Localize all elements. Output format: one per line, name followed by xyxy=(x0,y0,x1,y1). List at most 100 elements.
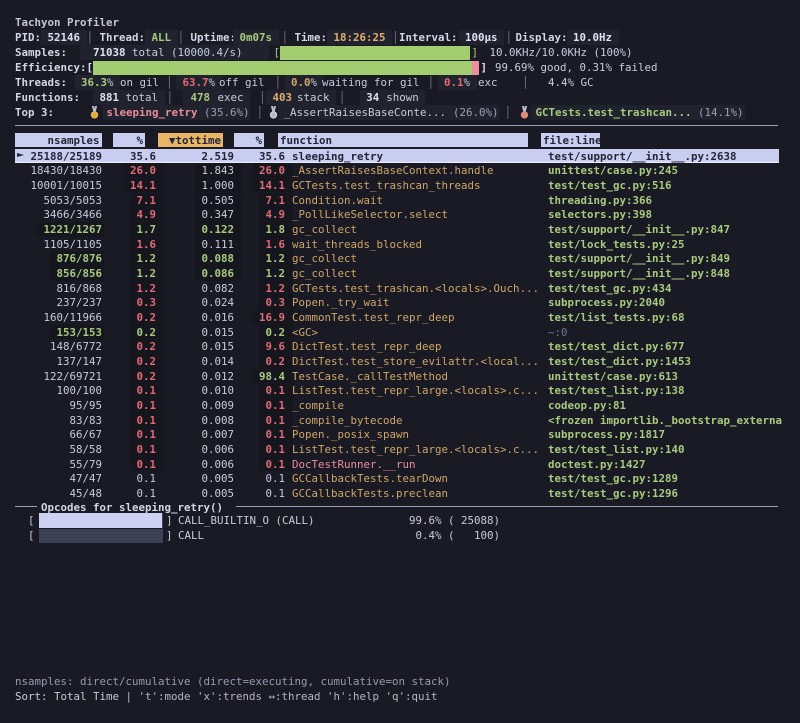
table-row[interactable]: 3466/34664.90.3474.9_PollLikeSelector.se… xyxy=(15,207,779,222)
cell-file-line: test/lock_tests.py:25 xyxy=(548,237,800,252)
column-header-tottime-sorted[interactable]: ▼tottime xyxy=(158,133,223,148)
cell-tottime: 0.111 xyxy=(156,237,234,252)
column-header-pct-cumulative[interactable]: % xyxy=(234,133,265,148)
table-row[interactable]: 25188/2518935.62.51935.6sleeping_retryte… xyxy=(15,149,779,164)
cell-nsamples: 58/58 xyxy=(15,442,102,457)
separator: │ xyxy=(392,30,399,45)
cell-file-line: test/test_gc.py:516 xyxy=(548,178,800,193)
functions-shown-label: shown xyxy=(386,90,419,105)
cell-pct-direct: 0.2 xyxy=(102,354,156,369)
samples-row: Samples: 71038 total (10000.4/s) [ ] 10.… xyxy=(15,45,800,60)
table-row[interactable]: 45/480.10.0050.1GCCallbackTests.preclean… xyxy=(15,486,779,501)
table-row[interactable]: 237/2370.30.0240.3Popen._try_waitsubproc… xyxy=(15,295,779,310)
pid-label: PID: xyxy=(15,30,41,45)
cell-tottime: 0.024 xyxy=(156,295,234,310)
opcode-row: []CALL 0.4% ( 100) xyxy=(15,528,800,543)
table-row[interactable]: 18430/1843026.01.84326.0_AssertRaisesBas… xyxy=(15,163,779,178)
table-row[interactable]: 66/670.10.0070.1Popen._posix_spawnsubpro… xyxy=(15,427,779,442)
cell-tottime: 0.015 xyxy=(156,325,234,340)
efficiency-summary: 99.69% good, 0.31% failed xyxy=(495,60,658,75)
table-row[interactable]: 148/67720.20.0159.6DictTest.test_repr_de… xyxy=(15,339,779,354)
cell-pct-cumulative: 0.1 xyxy=(234,427,285,442)
cell-file-line: test/test_dict.py:677 xyxy=(548,339,800,354)
cell-pct-cumulative: 0.1 xyxy=(234,383,285,398)
cell-tottime: 0.005 xyxy=(156,486,234,501)
table-row[interactable]: 160/119660.20.01616.9CommonTest.test_rep… xyxy=(15,310,779,325)
table-row[interactable]: 10001/1001514.11.00014.1GCTests.test_tra… xyxy=(15,178,779,193)
table-row[interactable]: 137/1470.20.0140.2DictTest.test_store_ev… xyxy=(15,354,779,369)
cell-pct-cumulative: 0.1 xyxy=(234,471,285,486)
cell-pct-cumulative: 35.6 xyxy=(234,149,285,164)
cell-pct-cumulative: 0.1 xyxy=(234,457,285,472)
threads-on-gil-label: on gil xyxy=(120,75,159,90)
column-header-file-line[interactable]: file:line xyxy=(541,133,600,148)
table-row[interactable]: 1105/11051.60.1111.6wait_threads_blocked… xyxy=(15,237,779,252)
cell-file-line: selectors.py:398 xyxy=(548,207,800,222)
threads-label: Threads: xyxy=(15,75,67,90)
cell-function: gc_collect xyxy=(292,222,542,237)
column-header-function[interactable]: function xyxy=(278,133,528,148)
top3-name-3: GCTests.test_trashcan... xyxy=(536,105,692,120)
table-row[interactable]: 55/790.10.0060.1DocTestRunner.__rundocte… xyxy=(15,457,779,472)
cell-file-line: unittest/case.py:245 xyxy=(548,163,800,178)
cell-nsamples: 856/856 xyxy=(15,266,102,281)
opcode-bar xyxy=(39,529,163,543)
percent-sign: % xyxy=(107,75,114,90)
table-header-row: nsamples % ▼tottime % function file:line xyxy=(15,133,800,148)
cell-file-line: test/support/__init__.py:849 xyxy=(548,251,800,266)
threads-waiting: 0.0 xyxy=(291,75,311,90)
table-row[interactable]: 122/697210.20.01298.4TestCase._callTestM… xyxy=(15,369,779,384)
table-row[interactable]: 876/8761.20.0881.2gc_collecttest/support… xyxy=(15,251,779,266)
functions-exec: 478 xyxy=(191,90,211,105)
percent-sign: % xyxy=(464,75,471,90)
cell-nsamples: 10001/10015 xyxy=(15,178,102,193)
cell-tottime: 0.082 xyxy=(156,281,234,296)
cell-tottime: 0.086 xyxy=(156,266,234,281)
table-row[interactable]: 856/8561.20.0861.2gc_collecttest/support… xyxy=(15,266,779,281)
cell-pct-direct: 0.1 xyxy=(102,398,156,413)
cell-pct-direct: 1.2 xyxy=(102,251,156,266)
table-row[interactable]: 95/950.10.0090.1_compilecodeop.py:81 xyxy=(15,398,779,413)
cell-pct-cumulative: 0.1 xyxy=(234,486,285,501)
threads-gc: 4.4 xyxy=(548,75,568,90)
cell-pct-cumulative: 4.9 xyxy=(234,207,285,222)
cell-file-line: unittest/case.py:613 xyxy=(548,369,800,384)
top3-pct-2: (26.0%) xyxy=(453,105,499,120)
cell-nsamples: 83/83 xyxy=(15,413,102,428)
cell-tottime: 0.014 xyxy=(156,354,234,369)
cell-tottime: 0.006 xyxy=(156,442,234,457)
efficiency-label: Efficiency: xyxy=(15,60,87,75)
cell-tottime: 0.088 xyxy=(156,251,234,266)
threads-off-gil: 63.7 xyxy=(183,75,209,90)
cell-tottime: 0.008 xyxy=(156,413,234,428)
cell-file-line: test/support/__init__.py:847 xyxy=(548,222,800,237)
cell-pct-cumulative: 7.1 xyxy=(234,193,285,208)
cell-file-line: threading.py:366 xyxy=(548,193,800,208)
column-header-pct-direct[interactable]: % xyxy=(113,133,146,148)
top3-pct-1: (35.6%) xyxy=(204,105,250,120)
cell-tottime: 2.519 xyxy=(156,149,234,164)
table-row[interactable]: 100/1000.10.0100.1ListTest.test_repr_lar… xyxy=(15,383,779,398)
cell-nsamples: 122/69721 xyxy=(15,369,102,384)
cell-function: wait_threads_blocked xyxy=(292,237,542,252)
column-header-nsamples[interactable]: nsamples xyxy=(15,133,102,148)
cell-nsamples: 1105/1105 xyxy=(15,237,102,252)
cell-pct-cumulative: 0.3 xyxy=(234,295,285,310)
table-row[interactable]: 816/8681.20.0821.2GCTests.test_trashcan.… xyxy=(15,281,779,296)
table-row[interactable]: 83/830.10.0080.1_compile_bytecode<frozen… xyxy=(15,413,779,428)
separator: │ xyxy=(257,105,264,120)
table-row[interactable]: 153/1530.20.0150.2<GC>~:0 xyxy=(15,325,779,340)
table-row[interactable]: 47/470.10.0050.1GCCallbackTests.tearDown… xyxy=(15,471,779,486)
table-row[interactable]: 58/580.10.0060.1ListTest.test_repr_large… xyxy=(15,442,779,457)
threads-off-gil-label: off gil xyxy=(219,75,265,90)
cell-function: _AssertRaisesBaseContext.handle xyxy=(292,163,542,178)
cell-pct-cumulative: 0.2 xyxy=(234,325,285,340)
cell-function: ListTest.test_repr_large.<locals>.c... xyxy=(292,383,542,398)
table-row[interactable]: 5053/50537.10.5057.1Condition.waitthread… xyxy=(15,193,779,208)
cell-pct-direct: 14.1 xyxy=(102,178,156,193)
top3-label: Top 3: xyxy=(15,105,54,120)
threads-exc: 0.1 xyxy=(444,75,464,90)
cell-pct-cumulative: 0.1 xyxy=(234,398,285,413)
percent-sign: % xyxy=(568,75,575,90)
table-row[interactable]: 1221/12671.70.1221.8gc_collecttest/suppo… xyxy=(15,222,779,237)
